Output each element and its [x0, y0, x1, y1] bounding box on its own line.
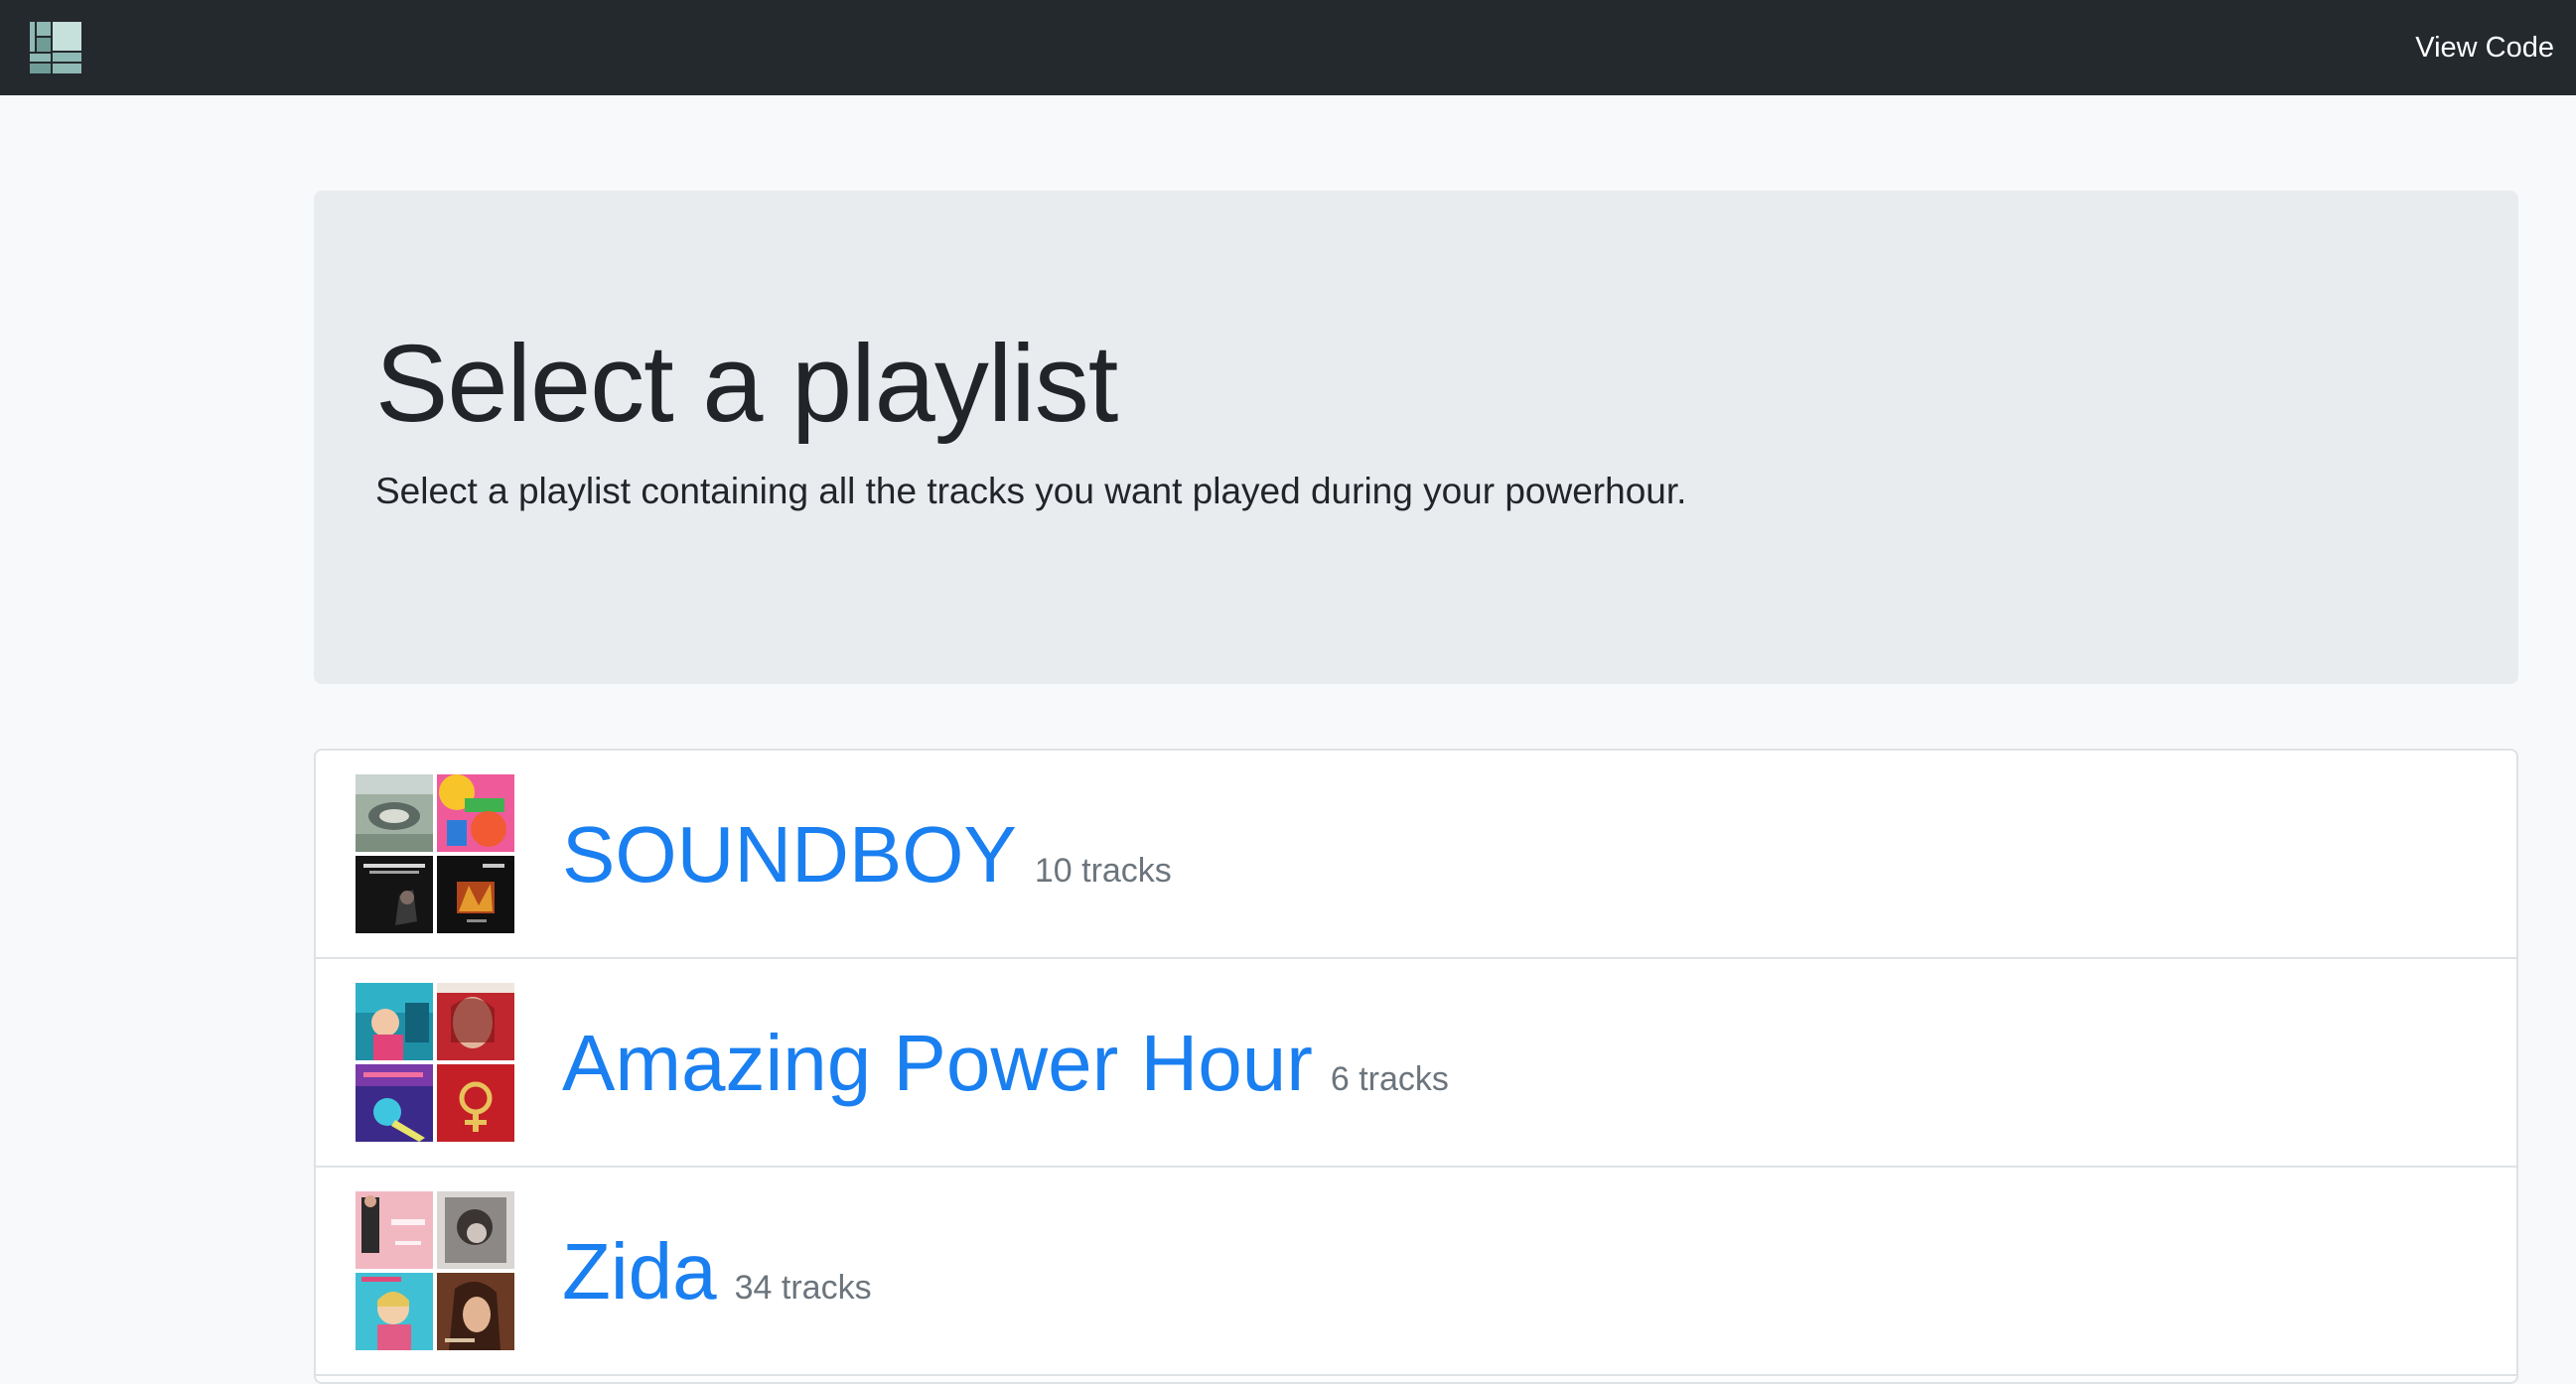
playlist-title[interactable]: Amazing Power Hour 6 tracks [562, 1017, 1449, 1126]
playlist-name[interactable]: Amazing Power Hour [562, 1019, 1313, 1107]
playlist-cover-mosaic [356, 983, 514, 1142]
view-code-link[interactable]: View Code [2415, 30, 2554, 66]
jumbotron: Select a playlist Select a playlist cont… [314, 191, 2518, 684]
album-cover-image [356, 1273, 433, 1350]
playlist-list: SOUNDBOY 10 tracks Amazing Power Hour 6 … [314, 749, 2518, 1384]
album-cover-image [437, 1273, 514, 1350]
playlist-title[interactable]: SOUNDBOY 10 tracks [562, 808, 1172, 917]
playlist-item-amazing-power-hour[interactable]: Amazing Power Hour 6 tracks [316, 959, 2516, 1168]
album-cover-image [437, 774, 514, 852]
album-cover-image [437, 983, 514, 1060]
app-logo-icon[interactable] [30, 22, 81, 73]
playlist-name[interactable]: SOUNDBOY [562, 810, 1017, 899]
playlist-name[interactable]: Zida [562, 1227, 717, 1315]
playlist-cover-mosaic [356, 774, 514, 933]
album-cover-image [437, 1191, 514, 1269]
page-title: Select a playlist [375, 323, 1118, 445]
album-cover-image [437, 1064, 514, 1142]
album-cover-image [356, 1064, 433, 1142]
album-cover-image [437, 856, 514, 933]
top-navbar: View Code [0, 0, 2576, 95]
page-lead: Select a playlist containing all the tra… [375, 471, 1687, 511]
playlist-track-count: 10 tracks [1034, 852, 1172, 890]
playlist-item-zida[interactable]: Zida 34 tracks [316, 1168, 2516, 1376]
playlist-track-count: 34 tracks [734, 1269, 872, 1307]
album-cover-image [356, 774, 433, 852]
playlist-track-count: 6 tracks [1330, 1060, 1449, 1098]
album-cover-image [356, 856, 433, 933]
playlist-item-soundboy[interactable]: SOUNDBOY 10 tracks [316, 751, 2516, 959]
album-cover-image [356, 983, 433, 1060]
album-cover-image [356, 1191, 433, 1269]
playlist-title[interactable]: Zida 34 tracks [562, 1225, 872, 1334]
playlist-cover-mosaic [356, 1191, 514, 1350]
